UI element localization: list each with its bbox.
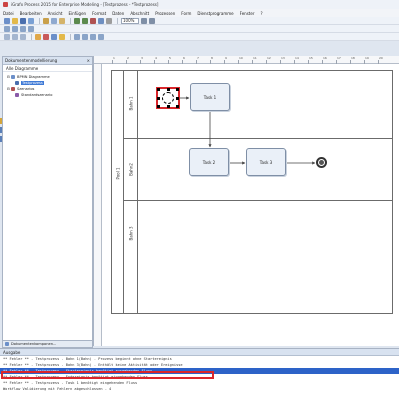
diagram-filter-select[interactable]: Alle Diagramme: [3, 65, 92, 72]
resize-handle[interactable]: [157, 97, 160, 100]
align-left-icon[interactable]: [4, 33, 10, 40]
tree-item-label: Standardszenario: [21, 93, 53, 97]
toolbar-separator: [117, 17, 118, 24]
table-icon[interactable]: [98, 17, 104, 24]
window-title: iGrafx Process 2015 for Enterprise Model…: [11, 2, 159, 7]
scenario-icon: [15, 93, 19, 97]
end-event-icon: [319, 160, 324, 165]
resize-handle[interactable]: [176, 105, 179, 108]
menu-fenster[interactable]: Fenster: [240, 11, 255, 16]
resize-handle[interactable]: [176, 97, 179, 100]
zoom-in-icon[interactable]: [141, 17, 147, 24]
grid-icon[interactable]: [106, 17, 112, 24]
menu-form[interactable]: Form: [181, 11, 191, 16]
zoom-select[interactable]: 100%: [121, 17, 139, 24]
tree-item-label: Szenarios: [17, 87, 35, 91]
collapse-icon[interactable]: ⊟: [7, 75, 10, 79]
menu-format[interactable]: Format: [92, 11, 106, 16]
new-icon[interactable]: [4, 17, 10, 24]
format-icon[interactable]: [90, 17, 96, 24]
app-icon: [3, 2, 8, 7]
start-event-icon: [162, 92, 174, 104]
menu-help[interactable]: ?: [260, 11, 262, 16]
tree-item-standard-scenario[interactable]: Standardszenario: [5, 92, 90, 98]
output-header: Ausgabe: [0, 349, 399, 356]
toolbar-separator: [70, 17, 71, 24]
panel-close-icon[interactable]: ×: [87, 58, 90, 63]
toolbar-separator: [31, 33, 32, 40]
folder-icon: [11, 75, 16, 79]
menu-abschnitt[interactable]: Abschnitt: [130, 11, 149, 16]
panel-title: Dokumentenmodellierung: [5, 58, 58, 63]
undo-icon[interactable]: [74, 17, 80, 24]
toolbar-diagram: [0, 25, 399, 33]
highlight-icon[interactable]: [59, 33, 65, 40]
open-icon[interactable]: [12, 17, 18, 24]
redo-icon[interactable]: [82, 17, 88, 24]
resize-handle[interactable]: [167, 88, 170, 91]
document-modeling-panel: Dokumentenmodellierung × Alle Diagramme …: [2, 56, 93, 346]
group-icon[interactable]: [74, 33, 80, 40]
diagram-editor[interactable]: 1 2 3 4 5 6 7 8 9 10 11 12 13 14 15 16 17 18 19 20 Pool 1 B…: [93, 56, 399, 346]
collapse-icon[interactable]: ⊟: [7, 87, 10, 91]
menu-datei[interactable]: Datei: [3, 11, 14, 16]
print-icon[interactable]: [28, 17, 34, 24]
line-color-icon[interactable]: [43, 33, 49, 40]
save-icon[interactable]: [20, 17, 26, 24]
task-2[interactable]: Task 2: [189, 148, 229, 176]
resize-handle[interactable]: [157, 88, 160, 91]
bring-front-icon[interactable]: [90, 33, 96, 40]
panel-header: Dokumentenmodellierung ×: [3, 57, 92, 65]
scenario-folder-icon: [11, 87, 16, 91]
toolbar-format: [0, 33, 399, 41]
menu-prozessen[interactable]: Prozessen: [155, 11, 175, 16]
document-icon: [5, 342, 9, 346]
fill-color-icon[interactable]: [35, 33, 41, 40]
panel-tab-documents[interactable]: Dokumentenkomponen...: [11, 342, 56, 346]
menu-dienstprogramme[interactable]: Dienstprogramme: [197, 11, 233, 16]
menu-bearbeiten[interactable]: Bearbeiten: [20, 11, 42, 16]
cut-icon[interactable]: [43, 17, 49, 24]
panel-tab-bar: Dokumentenkomponen...: [2, 340, 93, 348]
toolbar-separator: [39, 17, 40, 24]
zoom-out-icon[interactable]: [149, 17, 155, 24]
font-color-icon[interactable]: [51, 33, 57, 40]
send-back-icon[interactable]: [98, 33, 104, 40]
menu-bar: Datei Bearbeiten Ansicht Einfügen Format…: [0, 9, 399, 17]
connector-layer: [180, 96, 316, 165]
paste-icon[interactable]: [59, 17, 65, 24]
task-3[interactable]: Task 3: [246, 148, 286, 176]
title-bar: iGrafx Process 2015 for Enterprise Model…: [0, 0, 399, 9]
connector-icon[interactable]: [12, 25, 18, 32]
resize-handle[interactable]: [167, 105, 170, 108]
text-icon[interactable]: [20, 25, 26, 32]
copy-icon[interactable]: [51, 17, 57, 24]
diagram-icon: [15, 81, 19, 85]
ungroup-icon[interactable]: [82, 33, 88, 40]
shape-icon[interactable]: [28, 25, 34, 32]
menu-daten[interactable]: Daten: [112, 11, 124, 16]
toolbar-separator: [70, 33, 71, 40]
end-event[interactable]: [316, 157, 327, 168]
menu-ansicht[interactable]: Ansicht: [48, 11, 63, 16]
output-selection-marker: [1, 371, 214, 379]
tree-item-label: BPMN Diagramme: [17, 75, 50, 79]
start-event-selected[interactable]: [156, 87, 180, 109]
tree-item-label: Testprozess: [21, 81, 44, 85]
task-1-label: Task 1: [203, 94, 217, 100]
pointer-icon[interactable]: [4, 25, 10, 32]
resize-handle[interactable]: [176, 88, 179, 91]
task-3-label: Task 3: [259, 159, 273, 165]
menu-einfuegen[interactable]: Einfügen: [68, 11, 86, 16]
task-1[interactable]: Task 1: [190, 83, 230, 111]
task-2-label: Task 2: [202, 159, 216, 165]
toolbar-standard: 100%: [0, 17, 399, 25]
align-center-icon[interactable]: [12, 33, 18, 40]
output-line[interactable]: Workflow Validierung mit Fehlern abgesch…: [0, 386, 399, 392]
resize-handle[interactable]: [157, 105, 160, 108]
align-right-icon[interactable]: [20, 33, 26, 40]
app-window: iGrafx Process 2015 for Enterprise Model…: [0, 0, 399, 407]
